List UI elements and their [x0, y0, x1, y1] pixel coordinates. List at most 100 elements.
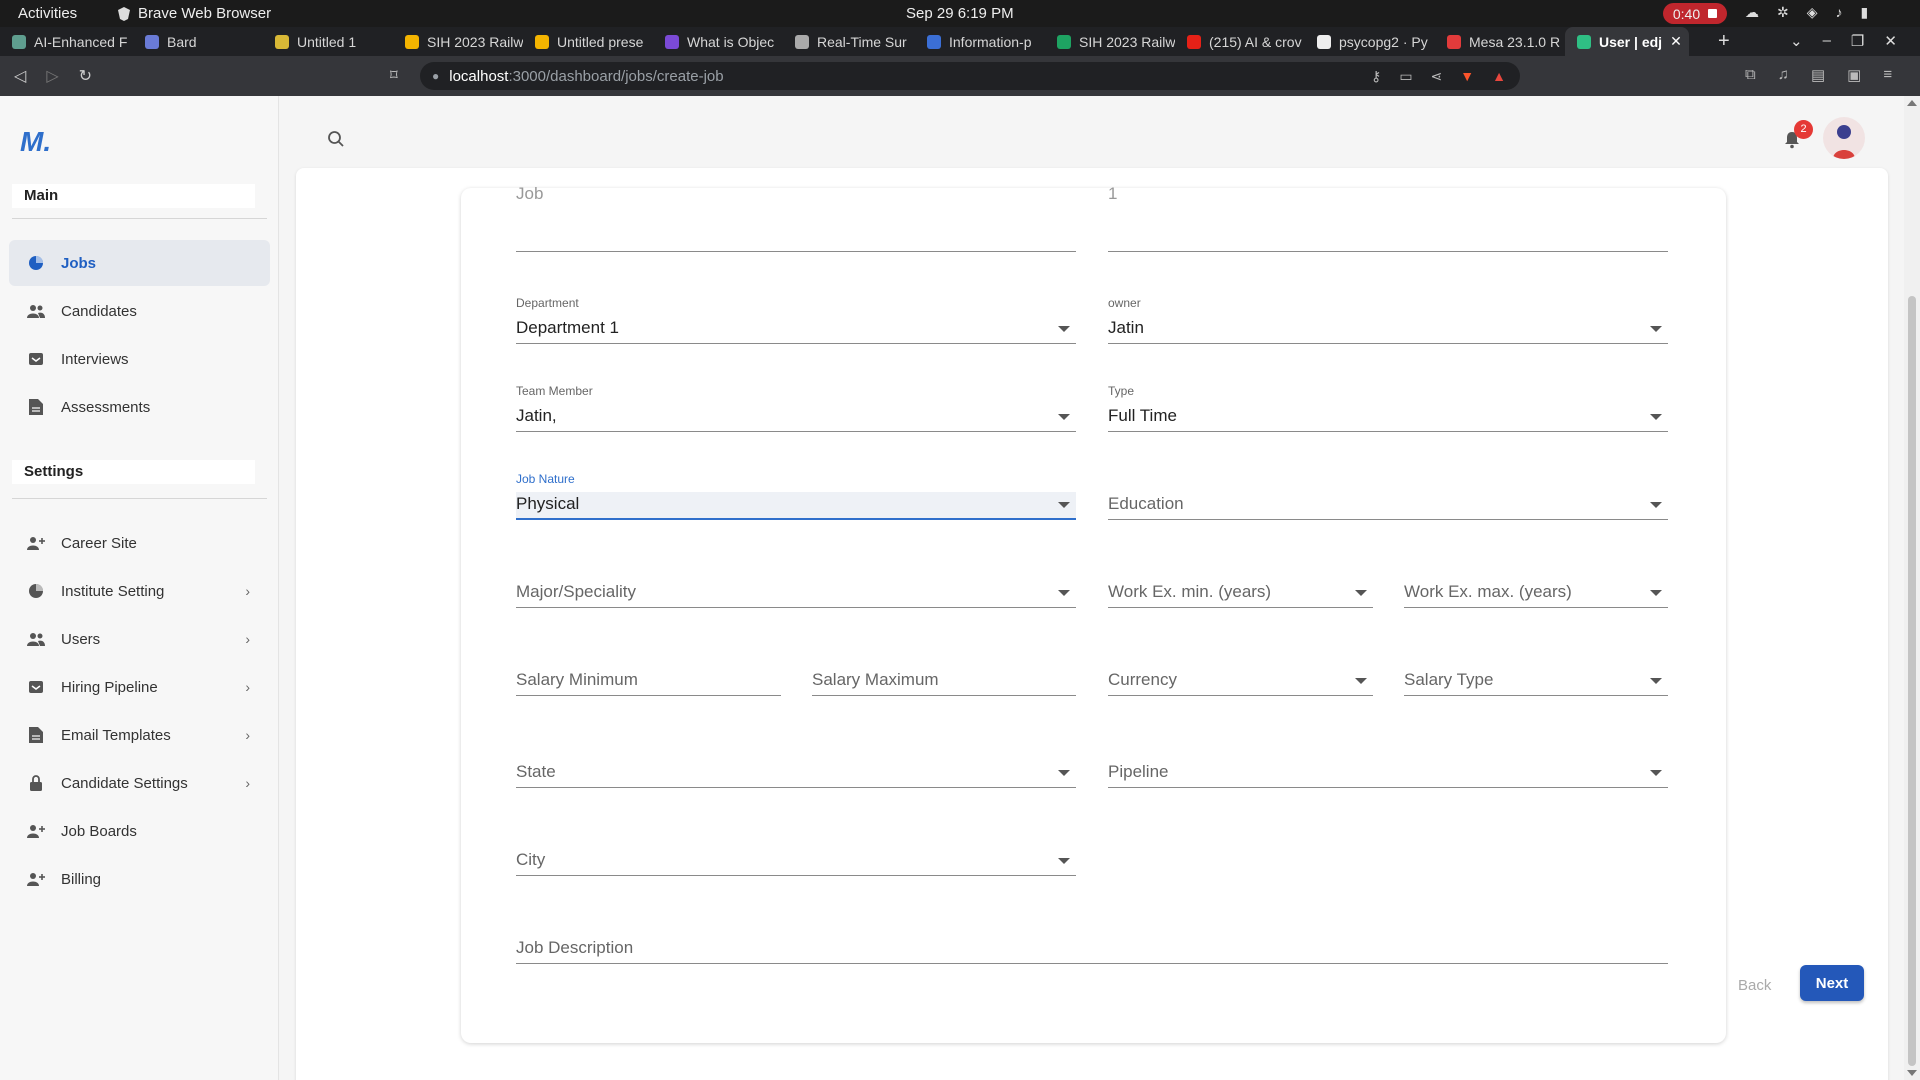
menu-icon[interactable]: ≡	[1883, 66, 1892, 84]
search-icon[interactable]	[327, 130, 345, 153]
tab-list-icon[interactable]: ⌄	[1790, 32, 1803, 50]
pipeline-select[interactable]: Pipeline	[1108, 740, 1668, 788]
department-select[interactable]: Department Department 1	[516, 296, 1076, 344]
new-tab-icon[interactable]: +	[1718, 30, 1730, 53]
scrollbar-thumb[interactable]	[1908, 296, 1916, 1066]
sidebar-item-interviews[interactable]: Interviews	[9, 336, 270, 382]
city-select[interactable]: City	[516, 828, 1076, 876]
minimize-icon[interactable]: –	[1823, 32, 1831, 50]
job-description-input[interactable]: Job Description	[516, 916, 1668, 964]
education-select[interactable]: Education	[1108, 472, 1668, 520]
extensions-icon[interactable]: ⧉	[1745, 66, 1756, 84]
activities-button[interactable]: Activities	[18, 5, 77, 22]
browser-tab[interactable]: Mesa 23.1.0 R	[1435, 27, 1565, 56]
scroll-down-icon[interactable]	[1907, 1070, 1917, 1076]
sidebar-item-jobs[interactable]: Jobs	[9, 240, 270, 286]
browser-tab[interactable]: psycopg2 · Py	[1305, 27, 1435, 56]
currency-select[interactable]: Currency	[1108, 648, 1373, 696]
browser-tab[interactable]: Untitled prese	[523, 27, 653, 56]
address-bar[interactable]: ● localhost:3000/dashboard/jobs/create-j…	[420, 62, 1520, 90]
tab-favicon-icon	[795, 34, 809, 49]
logo[interactable]: M.	[20, 126, 51, 158]
salary-minimum-input[interactable]: Salary Minimum	[516, 648, 781, 696]
wallet-icon[interactable]: ▣	[1847, 66, 1861, 84]
tab-label: Mesa 23.1.0 R	[1469, 33, 1561, 50]
close-window-icon[interactable]: ✕	[1884, 32, 1897, 50]
browser-tab[interactable]: Information-p	[915, 27, 1045, 56]
brave-rewards-icon[interactable]: ▲	[1492, 68, 1506, 85]
job-nature-select[interactable]: Job Nature Physical	[516, 472, 1076, 520]
sidebar-toggle-icon[interactable]: ▤	[1811, 66, 1825, 84]
close-tab-icon[interactable]: ✕	[1670, 33, 1682, 50]
brave-shields-icon[interactable]: ▼	[1460, 68, 1474, 85]
browser-tab[interactable]: SIH 2023 Railw	[1045, 27, 1175, 56]
tab-favicon-icon	[927, 34, 941, 49]
cast-icon[interactable]: ▭	[1399, 68, 1412, 85]
job-title-field[interactable]: Job	[516, 184, 1076, 252]
scroll-up-icon[interactable]	[1907, 100, 1917, 106]
browser-tab[interactable]: Bard	[133, 27, 263, 56]
create-job-form: Job 1 Department Department 1 owner Jati…	[461, 184, 1726, 1043]
work-ex-min-select[interactable]: Work Ex. min. (years)	[1108, 560, 1373, 608]
chevron-down-icon	[1650, 502, 1662, 508]
browser-tab[interactable]: Untitled 1	[263, 27, 393, 56]
sidebar-item-label: Assessments	[61, 398, 151, 416]
sidebar-item-candidates[interactable]: Candidates	[9, 288, 270, 334]
salary-type-select[interactable]: Salary Type	[1404, 648, 1668, 696]
browser-tab[interactable]: What is Objec	[653, 27, 783, 56]
tab-label: psycopg2 · Py	[1339, 33, 1428, 50]
tab-favicon-icon	[1187, 34, 1201, 49]
person-add-icon	[27, 870, 45, 888]
type-select[interactable]: Type Full Time	[1108, 384, 1668, 432]
reload-icon[interactable]: ↻	[79, 66, 92, 86]
sidebar-item-users[interactable]: Users ›	[9, 616, 270, 662]
browser-tab[interactable]: AI-Enhanced F	[0, 27, 133, 56]
browser-tab[interactable]: SIH 2023 Railw	[393, 27, 523, 56]
sidebar-item-career-site[interactable]: Career Site	[9, 520, 270, 566]
chevron-right-icon: ›	[245, 631, 250, 647]
salary-maximum-input[interactable]: Salary Maximum	[812, 648, 1076, 696]
app-menu[interactable]: Brave Web Browser	[118, 5, 271, 22]
back-button[interactable]: Back	[1738, 977, 1771, 994]
openings-field[interactable]: 1	[1108, 184, 1668, 252]
sidebar-item-billing[interactable]: Billing	[9, 856, 270, 902]
sidebar-item-candidate-settings[interactable]: Candidate Settings ›	[9, 760, 270, 806]
media-icon[interactable]: ♫	[1778, 66, 1789, 84]
tab-label: User | edj	[1599, 33, 1663, 50]
tab-label: SIH 2023 Railw	[427, 33, 523, 50]
back-nav-icon[interactable]: ◁	[14, 66, 26, 86]
tab-label: SIH 2023 Railw	[1079, 33, 1175, 50]
owner-select[interactable]: owner Jatin	[1108, 296, 1668, 344]
major-speciality-select[interactable]: Major/Speciality	[516, 560, 1076, 608]
sidebar-item-email-templates[interactable]: Email Templates ›	[9, 712, 270, 758]
sidebar-item-assessments[interactable]: Assessments	[9, 384, 270, 430]
chevron-down-icon	[1058, 770, 1070, 776]
site-info-icon[interactable]: ●	[432, 69, 439, 83]
key-icon[interactable]: ⚷	[1371, 68, 1381, 85]
avatar[interactable]	[1823, 117, 1865, 159]
notifications-button[interactable]: 2	[1782, 120, 1813, 155]
forward-nav-icon[interactable]: ▷	[46, 66, 58, 86]
maximize-icon[interactable]: ❐	[1851, 32, 1864, 50]
bookmark-icon[interactable]: ⌑	[390, 66, 398, 84]
sidebar-item-job-boards[interactable]: Job Boards	[9, 808, 270, 854]
sidebar-item-institute-setting[interactable]: Institute Setting ›	[9, 568, 270, 614]
browser-tab-active[interactable]: User | edj ✕	[1565, 27, 1689, 56]
chevron-right-icon: ›	[245, 727, 250, 743]
state-select[interactable]: State	[516, 740, 1076, 788]
page-scrollbar[interactable]	[1904, 96, 1920, 1080]
next-button[interactable]: Next	[1800, 965, 1864, 1001]
share-icon[interactable]: ⋖	[1431, 68, 1443, 85]
work-ex-max-select[interactable]: Work Ex. max. (years)	[1404, 560, 1668, 608]
clock[interactable]: Sep 29 6:19 PM	[906, 5, 1014, 22]
browser-tab[interactable]: (215) AI & crov	[1175, 27, 1305, 56]
window-controls: ⌄ – ❐ ✕	[1790, 32, 1897, 50]
team-member-select[interactable]: Team Member Jatin,	[516, 384, 1076, 432]
sidebar-item-hiring-pipeline[interactable]: Hiring Pipeline ›	[9, 664, 270, 710]
system-tray[interactable]: ☁ ✲ ◈ ♪ ▮	[1745, 4, 1868, 21]
screen-recording-indicator[interactable]: 0:40	[1663, 3, 1727, 24]
browser-tab[interactable]: Real-Time Sur	[783, 27, 915, 56]
system-top-bar: Activities Brave Web Browser Sep 29 6:19…	[0, 0, 1920, 27]
battery-icon: ▮	[1860, 4, 1869, 20]
browser-tab-strip: AI-Enhanced F Bard Untitled 1 SIH 2023 Rail…	[0, 27, 1920, 56]
